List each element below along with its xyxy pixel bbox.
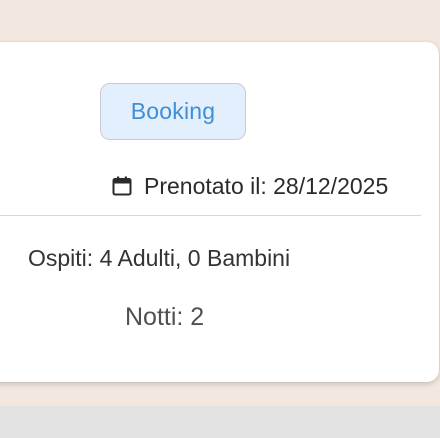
nights-text: Notti: 2 — [125, 303, 205, 331]
bottom-bar — [0, 406, 440, 438]
booked-on-text: Prenotato il: 28/12/2025 — [144, 172, 389, 199]
calendar-icon — [111, 175, 133, 197]
booking-badge-label: Booking — [130, 98, 216, 124]
booked-on-row: Prenotato il: 28/12/2025 — [111, 170, 388, 202]
divider — [0, 215, 421, 216]
booking-badge: Booking — [100, 83, 246, 140]
guests-text: Ospiti: 4 Adulti, 0 Bambini — [28, 245, 291, 271]
booking-card: Booking Prenotato il: 28/12/2025 Ospiti:… — [0, 42, 439, 382]
